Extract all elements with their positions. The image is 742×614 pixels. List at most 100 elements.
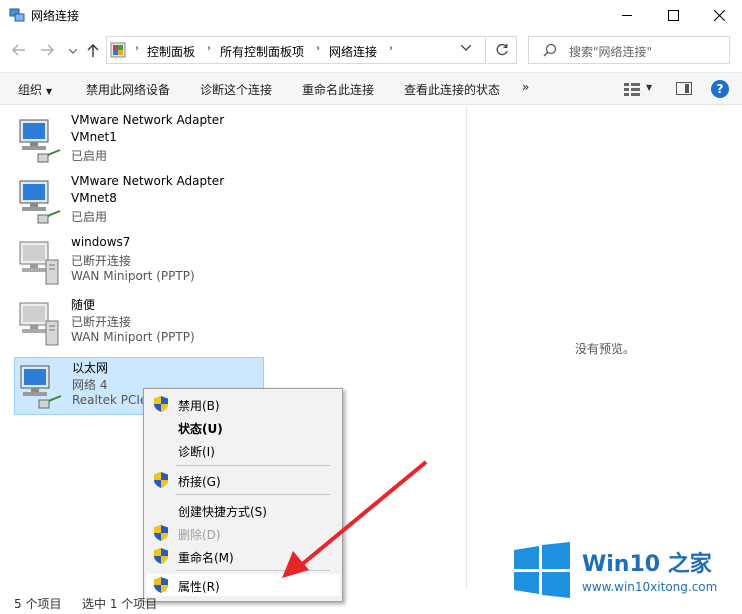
recent-locations-button[interactable] xyxy=(64,42,82,60)
search-input[interactable]: 搜索"网络连接" xyxy=(528,36,730,64)
maximize-icon xyxy=(667,9,679,21)
preview-pane-toggle-icon[interactable] xyxy=(676,82,692,95)
windows-logo-icon xyxy=(514,542,570,598)
connection-status: 已断开连接 xyxy=(71,254,132,268)
connection-name: 以太网 xyxy=(72,361,109,375)
window-title: 网络连接 xyxy=(31,9,80,23)
up-button[interactable] xyxy=(84,41,102,59)
uac-shield-icon xyxy=(154,548,168,564)
watermark-title: Win10 之家 xyxy=(582,552,712,577)
menu-label: 删除(D) xyxy=(178,528,221,542)
connection-name: VMware Network Adapter xyxy=(71,174,225,188)
arrow-right-icon xyxy=(41,44,54,56)
network-adapter-icon xyxy=(19,119,61,163)
uac-shield-icon xyxy=(154,396,168,412)
list-item-vmnet8[interactable]: VMware Network Adapter VMnet8 已启用 xyxy=(14,173,264,231)
back-button[interactable] xyxy=(10,41,28,59)
maximize-button[interactable] xyxy=(650,0,696,30)
context-menu: 禁用(B) 状态(U) 诊断(I) 桥接(G) 创建快捷方式(S) 删除(D) … xyxy=(143,388,343,602)
network-adapter-icon xyxy=(19,180,61,224)
menu-label: 状态(U) xyxy=(178,422,223,436)
network-connections-icon xyxy=(9,8,25,22)
menu-label: 桥接(G) xyxy=(178,475,221,489)
chevron-down-icon xyxy=(460,44,472,51)
menu-item-disable[interactable]: 禁用(B) xyxy=(146,393,340,415)
breadcrumb-all-items[interactable]: 所有控制面板项 xyxy=(220,43,304,60)
connection-status: 已断开连接 xyxy=(71,315,132,329)
breadcrumb-separator: › xyxy=(207,43,211,54)
connection-device: Realtek PCIe xyxy=(72,393,148,407)
close-icon xyxy=(713,9,725,21)
arrow-left-icon xyxy=(12,44,25,56)
list-item-suibian[interactable]: 随便 已断开连接 WAN Miniport (PPTP) xyxy=(14,295,264,353)
rename-connection-button[interactable]: 重命名此连接 xyxy=(302,81,374,98)
organize-menu[interactable]: 组织 ▼ xyxy=(18,81,52,98)
connection-network: 网络 4 xyxy=(72,378,108,392)
menu-label: 诊断(I) xyxy=(178,445,215,459)
vpn-connection-icon xyxy=(19,241,59,285)
breadcrumb-control-panel[interactable]: 控制面板 xyxy=(147,43,195,60)
diagnose-connection-button[interactable]: 诊断这个连接 xyxy=(200,81,272,98)
address-dropdown-button[interactable] xyxy=(460,43,472,54)
search-placeholder: 搜索"网络连接" xyxy=(569,45,653,59)
no-preview-text: 没有预览。 xyxy=(575,342,636,356)
control-panel-icon xyxy=(110,42,126,58)
minimize-icon xyxy=(621,14,632,16)
breadcrumb-network-connections[interactable]: 网络连接 xyxy=(329,43,377,60)
menu-item-diagnose[interactable]: 诊断(I) xyxy=(146,439,340,461)
uac-shield-icon xyxy=(154,525,168,541)
breadcrumb-separator: › xyxy=(316,43,320,54)
menu-separator xyxy=(176,465,330,466)
connection-device: VMnet8 xyxy=(71,191,117,205)
list-item-windows7[interactable]: windows7 已断开连接 WAN Miniport (PPTP) xyxy=(14,234,264,292)
menu-separator xyxy=(176,570,330,571)
connection-device: WAN Miniport (PPTP) xyxy=(71,269,195,283)
connection-device: VMnet1 xyxy=(71,130,117,144)
connection-device: WAN Miniport (PPTP) xyxy=(71,330,195,344)
refresh-icon xyxy=(496,43,508,56)
connection-name: 随便 xyxy=(71,298,96,312)
item-count: 5 个项目 xyxy=(14,597,62,611)
close-button[interactable] xyxy=(696,0,742,30)
preview-pane: 没有预览。 xyxy=(467,106,742,588)
vpn-connection-icon xyxy=(19,302,59,346)
forward-button[interactable] xyxy=(38,41,56,59)
connection-name: windows7 xyxy=(71,235,131,249)
title-bar: 网络连接 xyxy=(0,0,742,30)
help-icon[interactable]: ? xyxy=(711,80,729,98)
caret-down-icon: ▼ xyxy=(46,87,53,96)
network-adapter-icon xyxy=(20,365,62,409)
menu-item-rename[interactable]: 重命名(M) xyxy=(146,545,340,567)
address-bar[interactable]: › 控制面板 › 所有控制面板项 › 网络连接 › xyxy=(106,36,486,64)
watermark: Win10 之家 www.win10xitong.com xyxy=(510,540,742,600)
menu-label: 重命名(M) xyxy=(178,551,234,565)
chevron-down-icon xyxy=(69,48,77,54)
organize-label: 组织 xyxy=(18,83,43,97)
disable-device-button[interactable]: 禁用此网络设备 xyxy=(86,81,170,98)
connection-status: 已启用 xyxy=(71,149,108,163)
menu-item-delete[interactable]: 删除(D) xyxy=(146,522,340,544)
menu-item-create-shortcut[interactable]: 创建快捷方式(S) xyxy=(146,499,340,521)
view-status-button[interactable]: 查看此连接的状态 xyxy=(404,81,500,98)
menu-label: 禁用(B) xyxy=(178,399,220,413)
menu-label: 创建快捷方式(S) xyxy=(178,505,267,519)
view-options-caret-icon[interactable]: ▼ xyxy=(646,83,652,92)
arrow-up-icon xyxy=(87,44,99,57)
menu-separator xyxy=(176,494,330,495)
breadcrumb-separator: › xyxy=(135,43,139,54)
uac-shield-icon xyxy=(154,472,168,488)
refresh-button[interactable] xyxy=(487,36,517,64)
selection-count: 选中 1 个项目 xyxy=(82,597,158,611)
more-commands-button[interactable]: » xyxy=(522,80,529,94)
menu-item-status[interactable]: 状态(U) xyxy=(146,416,340,438)
menu-item-bridge[interactable]: 桥接(G) xyxy=(146,469,340,491)
watermark-url: www.win10xitong.com xyxy=(582,580,718,594)
connection-name: VMware Network Adapter xyxy=(71,113,225,127)
command-bar: 组织 ▼ 禁用此网络设备 诊断这个连接 重命名此连接 查看此连接的状态 » ▼ ? xyxy=(0,72,742,105)
breadcrumb-separator: › xyxy=(389,43,393,54)
change-view-icon[interactable] xyxy=(624,83,640,96)
search-icon xyxy=(543,43,557,57)
list-item-vmnet1[interactable]: VMware Network Adapter VMnet1 已启用 xyxy=(14,112,264,170)
connection-status: 已启用 xyxy=(71,210,108,224)
minimize-button[interactable] xyxy=(604,0,650,30)
